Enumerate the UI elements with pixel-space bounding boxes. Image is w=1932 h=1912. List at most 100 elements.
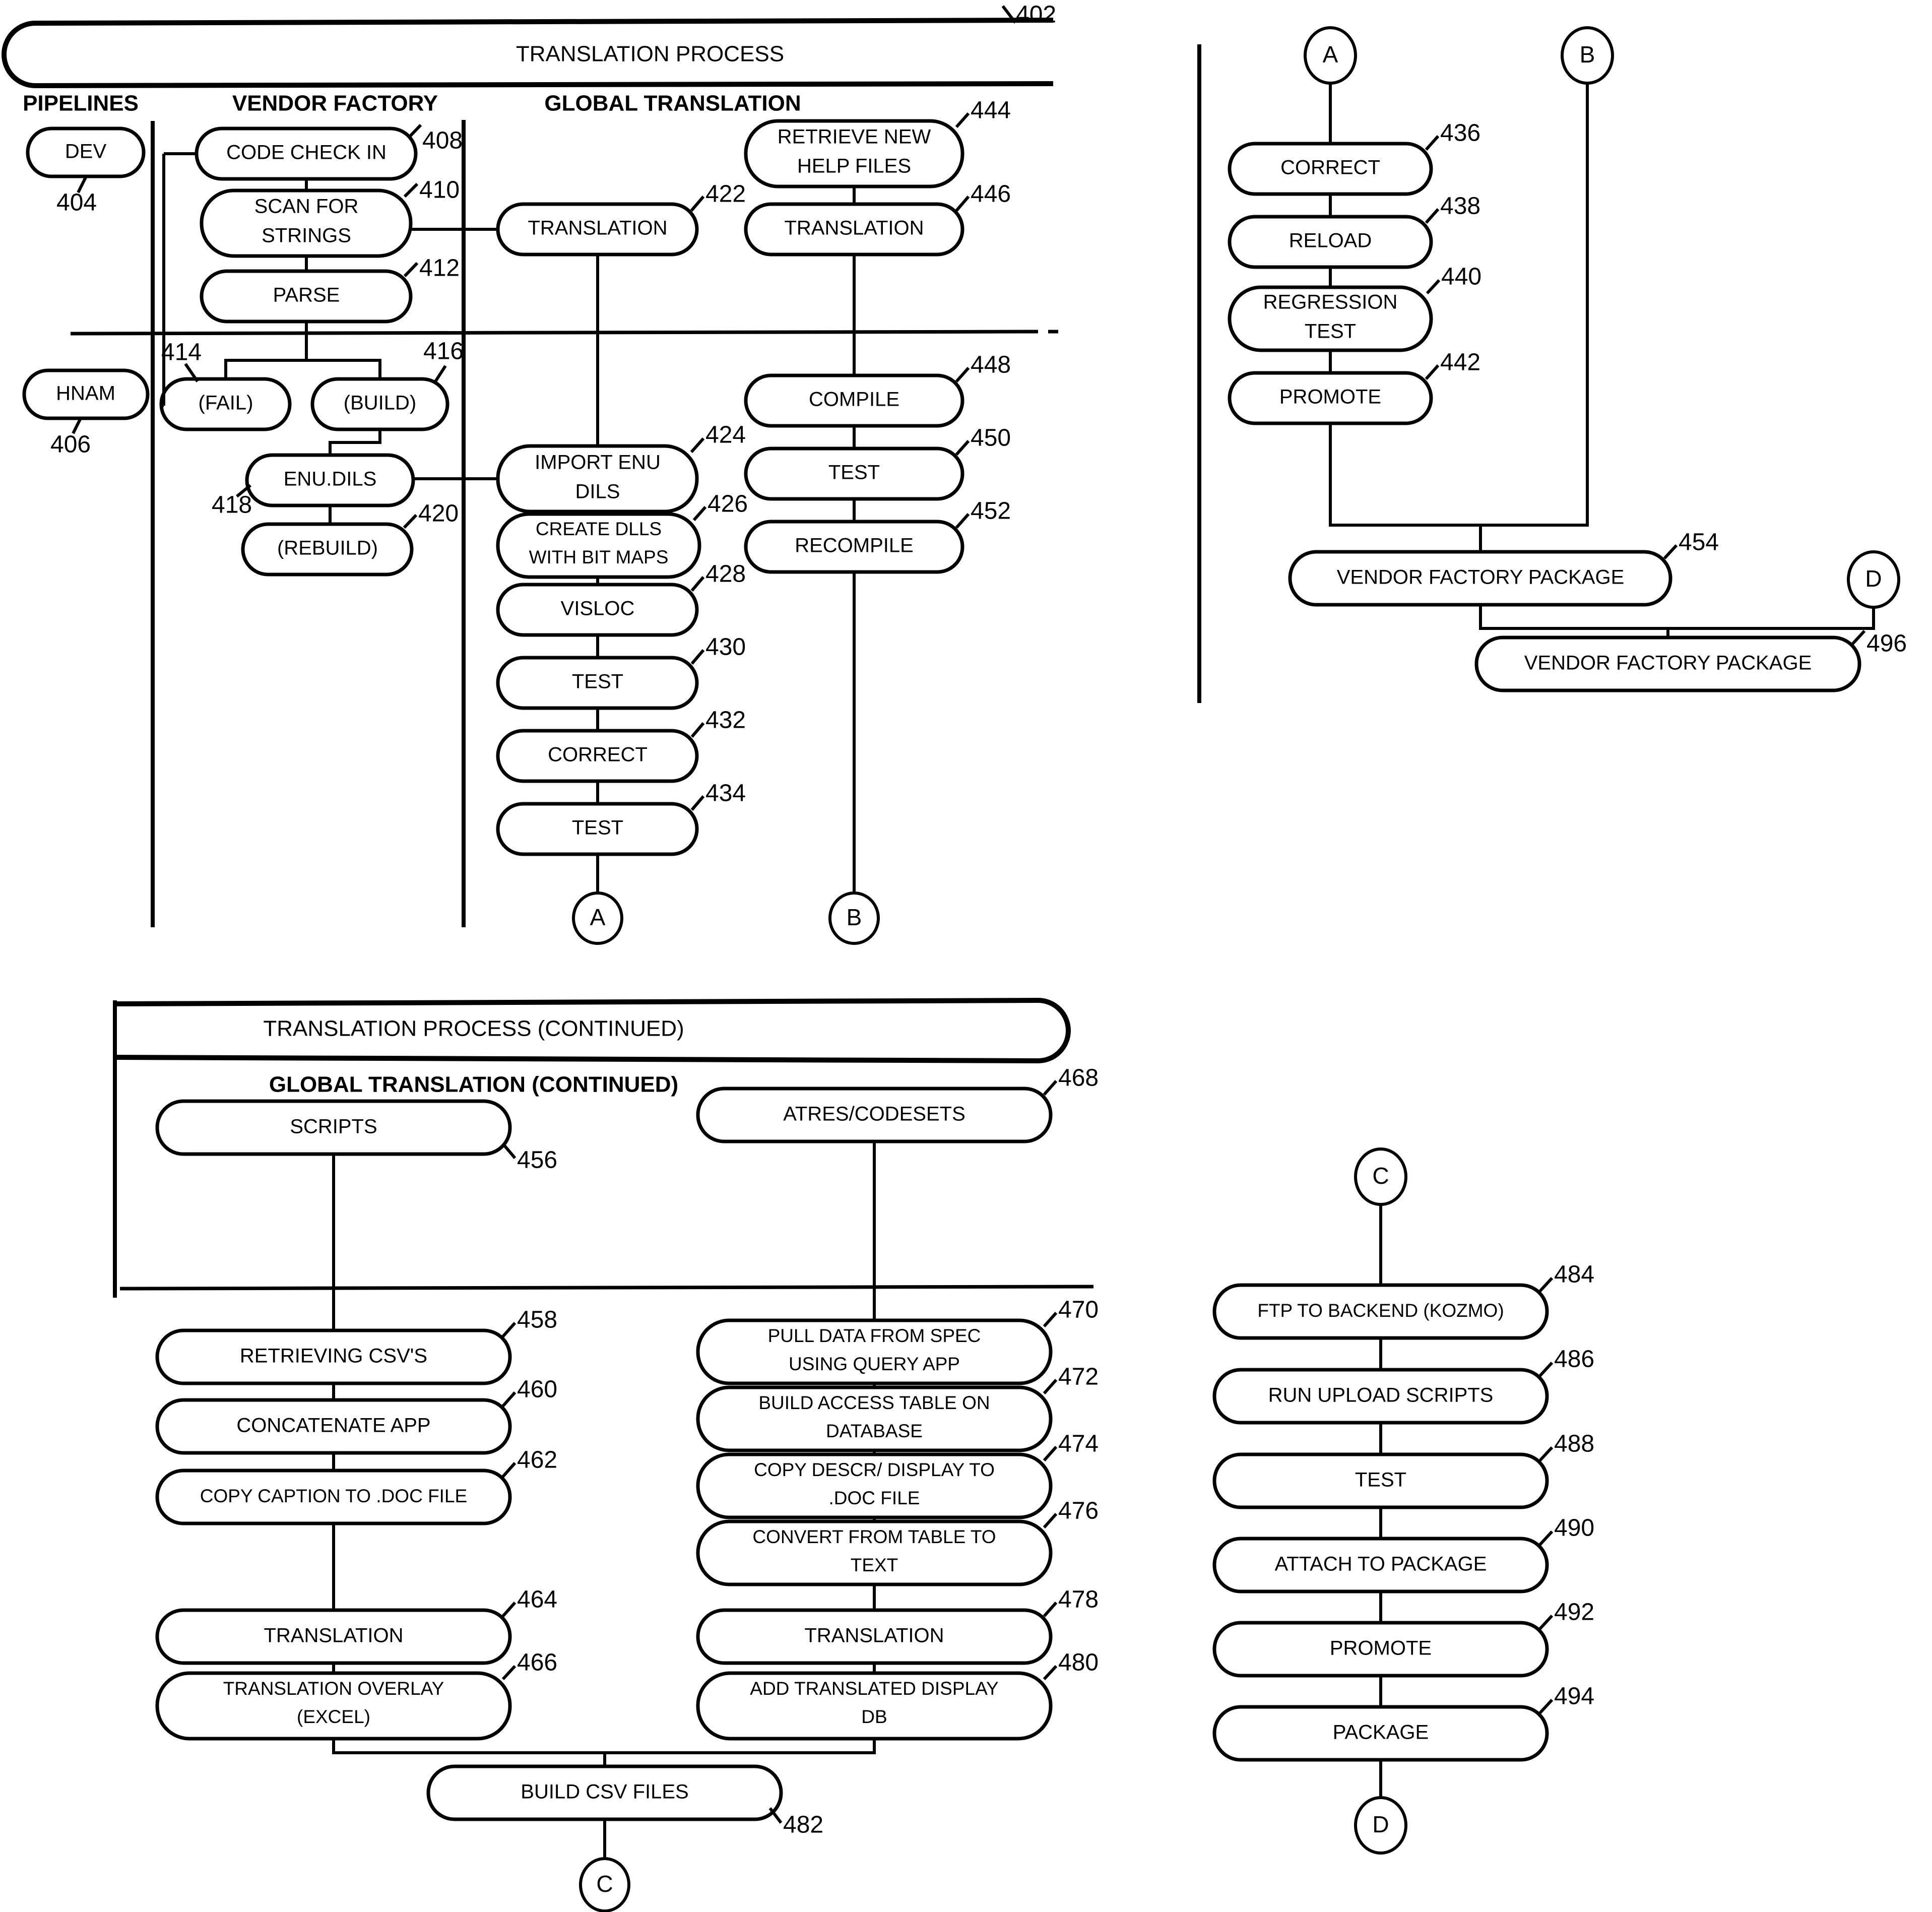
ref-466-leader — [501, 1665, 517, 1681]
ref-440-leader — [1426, 279, 1441, 295]
ref-458: 458 — [517, 1307, 557, 1333]
connector-a-out: A — [572, 891, 623, 945]
node-build[interactable]: (BUILD) 416 — [310, 338, 464, 431]
node-run-upload-scripts[interactable]: RUN UPLOAD SCRIPTS 486 — [1212, 1346, 1594, 1425]
ref-450: 450 — [971, 425, 1011, 452]
node-concatenate-app[interactable]: CONCATENATE APP 460 — [155, 1376, 557, 1455]
node-parse[interactable]: PARSE 412 — [200, 255, 460, 324]
ref-416: 416 — [423, 338, 464, 365]
node-retrieving-csvs[interactable]: RETRIEVING CSV'S 458 — [155, 1307, 557, 1385]
heading-vendor-factory: VENDOR FACTORY — [232, 91, 438, 116]
node-correct-432[interactable]: CORRECT 432 — [496, 707, 746, 783]
heading-global-translation: GLOBAL TRANSLATION — [544, 91, 801, 116]
ref-486-leader — [1538, 1361, 1554, 1377]
ref-462-leader — [501, 1462, 517, 1478]
ref-434-leader — [690, 795, 705, 811]
node-pull-data-label-1: PULL DATA FROM SPEC — [768, 1325, 981, 1346]
node-hnam[interactable]: HNAM 406 — [22, 368, 150, 458]
ref-484-leader — [1538, 1277, 1554, 1293]
ref-418: 418 — [212, 492, 252, 519]
node-promote-442[interactable]: PROMOTE 442 — [1228, 349, 1480, 425]
edge-connB-to-vfp454 — [1480, 83, 1589, 527]
node-scripts[interactable]: SCRIPTS 456 — [155, 1099, 557, 1174]
node-test-430[interactable]: TEST 430 — [496, 634, 746, 710]
node-code-check-in[interactable]: CODE CHECK IN 408 — [195, 123, 463, 181]
ref-422-leader — [690, 196, 705, 212]
ref-472: 472 — [1058, 1364, 1099, 1390]
ref-490-leader — [1538, 1530, 1554, 1546]
connector-d-out: D — [1354, 1796, 1407, 1855]
node-attach-to-package[interactable]: ATTACH TO PACKAGE 490 — [1212, 1515, 1594, 1594]
node-enu-dils-label: ENU.DILS — [284, 468, 377, 490]
node-test-450[interactable]: TEST 450 — [744, 425, 1011, 501]
node-dev-label: DEV — [65, 141, 107, 163]
ref-444: 444 — [971, 97, 1011, 124]
ref-470-leader — [1043, 1312, 1058, 1327]
node-reload[interactable]: RELOAD 438 — [1228, 193, 1480, 269]
ref-482: 482 — [783, 1812, 823, 1838]
ref-438: 438 — [1440, 193, 1480, 220]
node-compile[interactable]: COMPILE 448 — [744, 352, 1011, 428]
node-correct-436[interactable]: CORRECT 436 — [1228, 120, 1480, 196]
node-translation-464[interactable]: TRANSLATION 464 — [155, 1586, 557, 1665]
ref-488-leader — [1538, 1446, 1554, 1462]
node-dev[interactable]: DEV 404 — [26, 126, 146, 216]
ref-466: 466 — [517, 1649, 557, 1676]
node-recompile-label: RECOMPILE — [795, 535, 914, 557]
node-enu-dils[interactable]: ENU.DILS 418 — [212, 453, 415, 519]
ref-474: 474 — [1058, 1431, 1099, 1457]
node-package-494-label: PACKAGE — [1333, 1722, 1429, 1744]
node-translation-overlay-label-1: TRANSLATION OVERLAY — [223, 1678, 444, 1699]
ref-428-leader — [690, 576, 705, 592]
node-scan-for-strings[interactable]: SCAN FOR STRINGS 410 — [200, 177, 460, 258]
node-vendor-factory-package-496[interactable]: VENDOR FACTORY PACKAGE 496 — [1474, 629, 1907, 692]
ref-402: 402 — [1016, 2, 1056, 28]
connector-d-in: D — [1847, 550, 1900, 609]
ref-408-leader — [408, 123, 422, 139]
section-divider-top — [70, 330, 1039, 336]
ref-426-leader — [692, 506, 707, 521]
node-promote-492[interactable]: PROMOTE 492 — [1212, 1599, 1594, 1678]
connector-a-out-label: A — [590, 904, 606, 930]
node-ftp-backend-label: FTP TO BACKEND (KOZMO) — [1257, 1300, 1504, 1321]
connector-c-out: C — [579, 1857, 630, 1912]
node-package-494[interactable]: PACKAGE 494 — [1212, 1683, 1594, 1762]
ref-464-leader — [501, 1602, 517, 1617]
node-retrieve-help-files-label-1: RETRIEVE NEW — [778, 126, 931, 148]
ref-474-leader — [1043, 1446, 1058, 1461]
node-recompile[interactable]: RECOMPILE 452 — [744, 498, 1011, 574]
node-vendor-factory-package-454[interactable]: VENDOR FACTORY PACKAGE 454 — [1288, 529, 1719, 607]
node-pull-data[interactable]: PULL DATA FROM SPEC USING QUERY APP 470 — [696, 1297, 1099, 1385]
ref-460-leader — [501, 1391, 517, 1407]
ref-404: 404 — [56, 189, 97, 216]
node-rebuild[interactable]: (REBUILD) 420 — [241, 500, 459, 577]
connector-b-out: B — [828, 891, 880, 945]
node-test-488[interactable]: TEST 488 — [1212, 1431, 1594, 1509]
ref-468: 468 — [1058, 1065, 1099, 1092]
node-build-csv-files[interactable]: BUILD CSV FILES 482 — [426, 1764, 823, 1838]
node-copy-caption[interactable]: COPY CAPTION TO .DOC FILE 462 — [155, 1447, 557, 1525]
node-ftp-backend[interactable]: FTP TO BACKEND (KOZMO) 484 — [1212, 1261, 1594, 1340]
node-regression-test-label-2: TEST — [1305, 321, 1356, 343]
node-fail[interactable]: (FAIL) 414 — [159, 339, 292, 431]
node-translation-422[interactable]: TRANSLATION 422 — [496, 181, 746, 257]
ref-476: 476 — [1058, 1498, 1099, 1524]
node-test-434[interactable]: TEST 434 — [496, 780, 746, 856]
node-retrieve-help-files-label-2: HELP FILES — [797, 155, 911, 177]
node-scripts-label: SCRIPTS — [290, 1116, 377, 1138]
node-translation-446[interactable]: TRANSLATION 446 — [744, 181, 1011, 257]
node-translation-478[interactable]: TRANSLATION 478 — [696, 1586, 1099, 1665]
node-atres-codesets[interactable]: ATRES/CODESETS 468 — [696, 1065, 1099, 1143]
ref-436: 436 — [1440, 120, 1480, 147]
node-regression-test[interactable]: REGRESSION TEST 440 — [1228, 264, 1482, 352]
ref-492: 492 — [1554, 1599, 1594, 1626]
ref-468-leader — [1043, 1080, 1058, 1096]
node-build-access-table-label-2: DATABASE — [826, 1421, 923, 1441]
node-attach-to-package-label: ATTACH TO PACKAGE — [1275, 1553, 1487, 1575]
node-create-dlls-label-1: CREATE DLLS — [536, 519, 662, 539]
ref-410: 410 — [419, 177, 460, 204]
ref-414: 414 — [161, 339, 202, 366]
connector-b-out-label: B — [847, 904, 862, 930]
node-code-check-in-label: CODE CHECK IN — [226, 142, 387, 164]
node-add-translated-display-label-1: ADD TRANSLATED DISPLAY — [750, 1678, 998, 1699]
